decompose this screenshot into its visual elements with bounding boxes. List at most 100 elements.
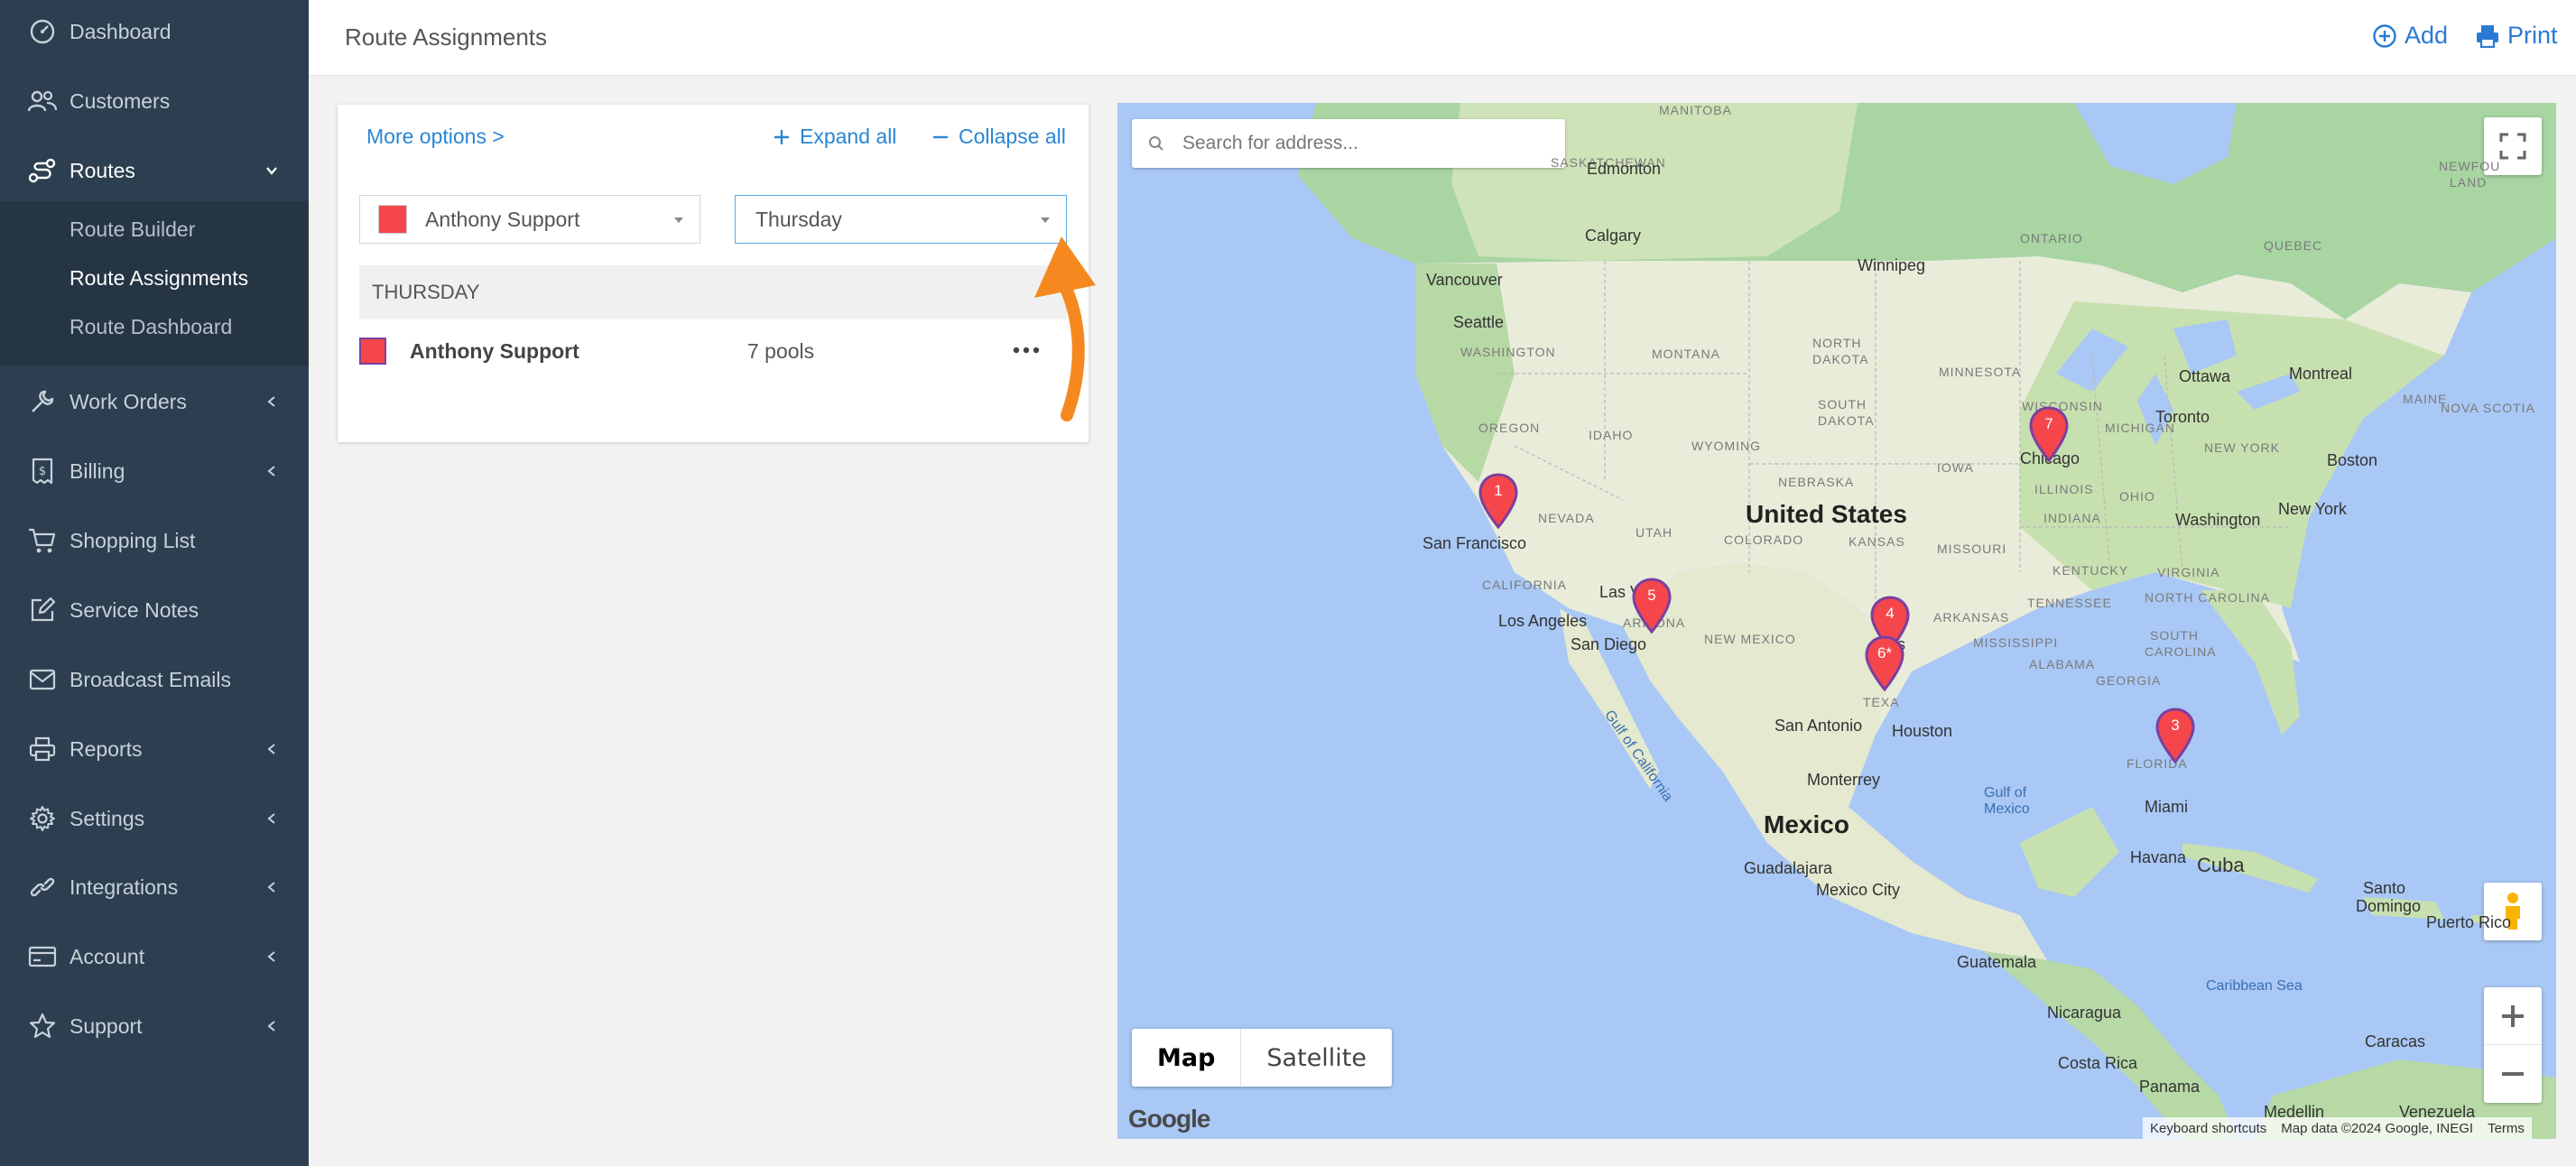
sidebar-item-dashboard[interactable]: Dashboard — [0, 5, 309, 59]
minus-icon — [933, 135, 948, 138]
zoom-out-button[interactable] — [2484, 1045, 2542, 1103]
map-label: Houston — [1892, 722, 1953, 740]
print-button[interactable]: Print — [2475, 22, 2558, 50]
fullscreen-icon — [2499, 133, 2526, 160]
map-label: NEW YORK — [2204, 440, 2280, 455]
more-options-link[interactable]: More options > — [366, 125, 505, 149]
sidebar-item-settings[interactable]: Settings — [0, 791, 309, 846]
add-circle-icon — [2373, 23, 2396, 48]
map-label: San Diego — [1571, 635, 1647, 653]
google-logo: Google — [1128, 1105, 1210, 1133]
map-label: Cuba — [2197, 854, 2245, 876]
zoom-in-button[interactable] — [2484, 987, 2542, 1045]
route-icon — [27, 155, 58, 186]
printer-icon — [2477, 24, 2498, 48]
expand-all-button[interactable]: Expand all — [773, 125, 896, 149]
map-label: OHIO — [2119, 489, 2155, 504]
mail-icon — [27, 664, 58, 695]
map-label: Panama — [2139, 1078, 2201, 1096]
map-type-control: Map Satellite — [1132, 1029, 1393, 1087]
minus-icon — [2502, 1072, 2524, 1076]
chevron-left-icon — [267, 744, 275, 754]
route-row[interactable]: Anthony Support 7 pools — [359, 330, 1067, 372]
marker-label: 7 — [2044, 415, 2053, 432]
map-label: UTAH — [1635, 525, 1673, 540]
day-select[interactable]: Thursday — [735, 195, 1067, 244]
edit-icon — [27, 595, 58, 625]
map-label: NORTH — [1812, 336, 1862, 350]
expand-all-label: Expand all — [800, 125, 897, 148]
sidebar: Dashboard Customers Routes Route Builder… — [0, 0, 309, 1166]
sidebar-item-label: Settings — [69, 806, 145, 830]
map-label: DAKOTA — [1818, 413, 1875, 428]
chevron-left-icon — [267, 396, 275, 407]
map-label-country: United States — [1746, 500, 1907, 528]
route-stop-marker[interactable]: 6* — [1863, 635, 1906, 692]
dashboard-icon — [27, 16, 58, 47]
sidebar-item-shopping-list[interactable]: Shopping List — [0, 514, 309, 568]
marker-label: 5 — [1647, 587, 1656, 604]
map-address-search[interactable] — [1132, 119, 1565, 168]
map-label: Vancouver — [1426, 271, 1503, 289]
route-stop-marker[interactable]: 3 — [2154, 708, 2197, 764]
printer-icon — [27, 734, 58, 764]
sidebar-item-account[interactable]: Account — [0, 930, 309, 984]
map-label: Miami — [2145, 798, 2188, 816]
technician-select[interactable]: Anthony Support — [359, 195, 700, 244]
marker-label: 3 — [2171, 717, 2180, 734]
sidebar-item-work-orders[interactable]: Work Orders — [0, 375, 309, 429]
sidebar-item-label: Dashboard — [69, 19, 171, 43]
page-header: Route Assignments Add Print — [309, 0, 2576, 76]
sidebar-item-broadcast-emails[interactable]: Broadcast Emails — [0, 652, 309, 707]
sidebar-item-label: Customers — [69, 88, 171, 113]
map-label: Puerto Rico — [2426, 913, 2512, 931]
map-label: MONTANA — [1652, 347, 1720, 361]
map-label: NORTH CAROLINA — [2145, 590, 2270, 605]
map-label: MISSISSIPPI — [1973, 635, 2059, 650]
map-label: OREGON — [1478, 421, 1541, 435]
map-search-input[interactable] — [1182, 133, 1543, 154]
map-label: Seattle — [1453, 313, 1505, 331]
sidebar-item-label: Shopping List — [69, 528, 196, 552]
add-button[interactable]: Add — [2372, 22, 2448, 50]
route-map[interactable]: Map Satellite MANITOBA SASKATCHEWAN Edmo… — [1117, 103, 2556, 1139]
map-label: NEBRASKA — [1778, 475, 1855, 489]
terms-link[interactable]: Terms — [2488, 1121, 2525, 1136]
sidebar-item-support[interactable]: Support — [0, 999, 309, 1053]
sidebar-item-routes[interactable]: Routes — [0, 143, 309, 198]
map-type-map-button[interactable]: Map — [1132, 1029, 1242, 1087]
collapse-all-label: Collapse all — [959, 125, 1066, 148]
sidebar-item-reports[interactable]: Reports — [0, 722, 309, 776]
route-color-swatch — [359, 338, 386, 365]
sidebar-subitem-route-dashboard[interactable]: Route Dashboard — [69, 315, 232, 339]
day-group-header[interactable]: THURSDAY — [359, 265, 1067, 319]
sidebar-item-label: Service Notes — [69, 597, 199, 622]
chevron-left-icon — [267, 951, 275, 962]
wrench-icon — [27, 386, 58, 417]
map-label: Montreal — [2289, 365, 2353, 383]
route-stop-marker[interactable]: 5 — [1630, 578, 1673, 634]
route-stop-marker[interactable]: 7 — [2027, 406, 2071, 463]
sidebar-item-integrations[interactable]: Integrations — [0, 860, 309, 914]
sidebar-item-service-notes[interactable]: Service Notes — [0, 583, 309, 637]
map-label: ALABAMA — [2029, 657, 2096, 671]
chevron-left-icon — [267, 813, 275, 824]
sidebar-item-customers[interactable]: Customers — [0, 74, 309, 128]
map-label: New York — [2278, 500, 2348, 518]
sidebar-item-billing[interactable]: $ Billing — [0, 444, 309, 498]
map-label: Boston — [2327, 451, 2378, 469]
map-label: Winnipeg — [1858, 256, 1926, 274]
keyboard-shortcuts-link[interactable]: Keyboard shortcuts — [2150, 1121, 2266, 1136]
map-type-satellite-button[interactable]: Satellite — [1241, 1029, 1392, 1087]
more-options-label: More options > — [366, 125, 505, 148]
map-label: IDAHO — [1589, 428, 1634, 442]
cart-icon — [27, 525, 58, 556]
sidebar-subitem-route-assignments[interactable]: Route Assignments — [69, 266, 248, 291]
map-label: IOWA — [1937, 460, 1974, 475]
sidebar-subitem-route-builder[interactable]: Route Builder — [69, 217, 195, 242]
route-pool-count: 7 pools — [747, 338, 815, 363]
map-label-country: Mexico — [1764, 810, 1849, 838]
route-stop-marker[interactable]: 1 — [1477, 473, 1520, 530]
map-label: Costa Rica — [2058, 1054, 2138, 1072]
collapse-all-button[interactable]: Collapse all — [931, 125, 1066, 149]
